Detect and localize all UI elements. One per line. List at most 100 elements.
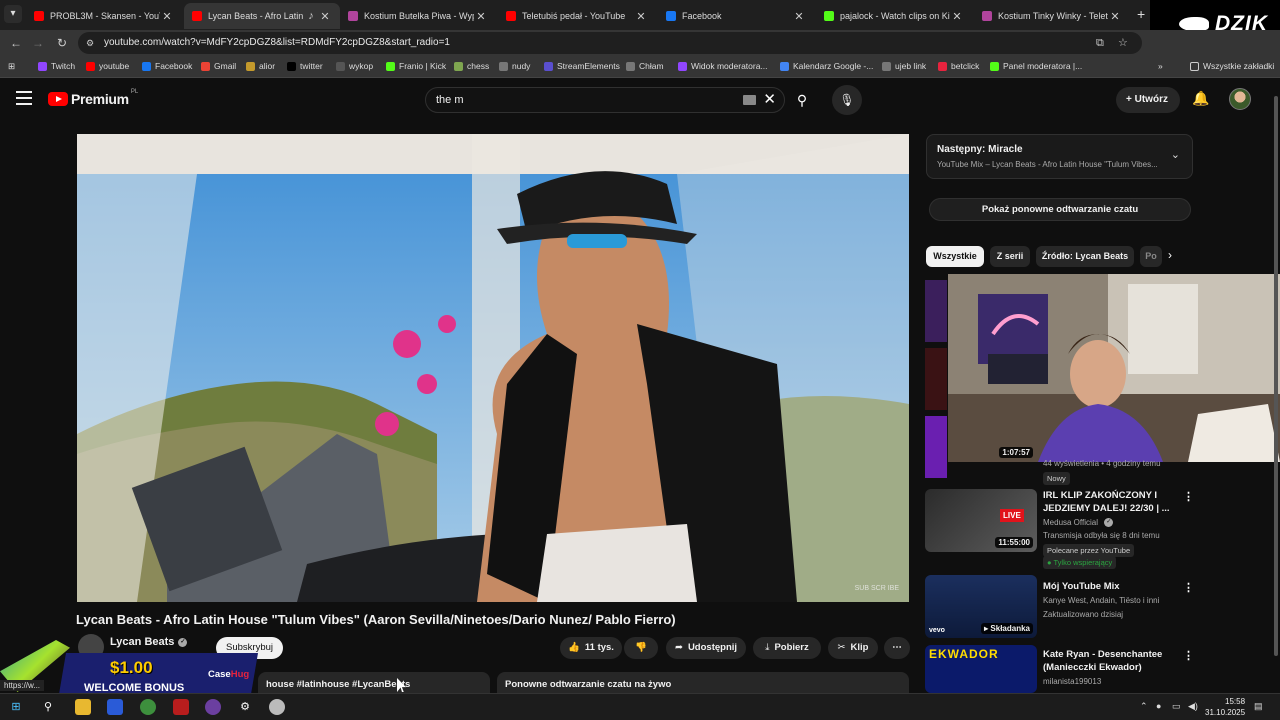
bookmark-item[interactable]: youtube xyxy=(86,61,129,71)
menu-icon[interactable] xyxy=(16,91,32,105)
bookmark-item[interactable]: Kalendarz Google -... xyxy=(780,61,873,71)
more-vertical-icon[interactable]: ⋮ xyxy=(1183,649,1194,662)
search-input[interactable]: the m ✕ xyxy=(425,87,785,113)
bookmark-item[interactable]: chess xyxy=(454,61,489,71)
app-icon[interactable] xyxy=(173,699,189,715)
microphone-tray-icon[interactable]: ● xyxy=(1156,701,1161,711)
bookmark-item[interactable]: betclick xyxy=(938,61,979,71)
tab-6[interactable]: Kostium Tinky Winky - Teletub ✕ xyxy=(974,3,1130,29)
playlist-panel[interactable]: Następny: Miracle YouTube Mix – Lycan Be… xyxy=(926,134,1193,179)
rec-thumbnail[interactable]: LIVE 11:55:00 xyxy=(925,489,1037,552)
tab-search-button[interactable]: ▾ xyxy=(4,5,22,23)
close-tab-icon[interactable]: ✕ xyxy=(1108,10,1122,23)
windows-start-icon[interactable]: ⊞ xyxy=(8,699,24,715)
clear-search-icon[interactable]: ✕ xyxy=(763,88,776,112)
youtube-premium-logo[interactable]: Premium PL xyxy=(48,89,138,107)
show-chat-replay-button[interactable]: Pokaż ponowne odtwarzanie czatu xyxy=(929,198,1191,221)
rec-channel[interactable]: Medusa Official xyxy=(1043,518,1098,527)
chevron-down-icon[interactable]: ⌄ xyxy=(1171,148,1180,161)
more-vertical-icon[interactable]: ⋮ xyxy=(1183,581,1194,594)
bookmark-item[interactable]: Facebook xyxy=(142,61,192,71)
bookmark-item[interactable]: Chłam xyxy=(626,61,664,71)
volume-icon[interactable]: ◀) xyxy=(1188,701,1198,712)
bookmark-item[interactable]: ujeb link xyxy=(882,61,926,71)
bookmark-item[interactable]: Twitch xyxy=(38,61,75,71)
chrome-icon[interactable] xyxy=(140,699,156,715)
share-button[interactable]: ➦ Udostępnij xyxy=(666,637,746,659)
network-icon[interactable]: ▭ xyxy=(1172,701,1181,712)
apps-grid-icon[interactable]: ⊞ xyxy=(8,61,15,72)
close-tab-icon[interactable]: ✕ xyxy=(318,10,332,23)
url-text[interactable]: youtube.com/watch?v=MdFY2cpDGZ8&list=RDM… xyxy=(104,37,450,48)
chip-series[interactable]: Z serii xyxy=(990,246,1030,267)
clip-button[interactable]: ✂ Klip xyxy=(828,637,878,659)
close-tab-icon[interactable]: ✕ xyxy=(160,10,174,23)
more-actions-button[interactable]: ⋯ xyxy=(884,637,910,659)
bookmark-item[interactable]: Widok moderatora... xyxy=(678,61,768,71)
account-avatar[interactable] xyxy=(1229,88,1251,110)
bookmark-item[interactable]: alior xyxy=(246,61,275,71)
more-vertical-icon[interactable]: ⋮ xyxy=(1183,490,1194,503)
rec-title[interactable]: IRL KLIP ZAKOŃCZONY I JEDZIEMY DALEJ! 22… xyxy=(1043,489,1171,515)
chip-all[interactable]: Wszystkie xyxy=(926,246,984,267)
tab-4[interactable]: Facebook ✕ xyxy=(658,3,814,29)
app-icon[interactable] xyxy=(205,699,221,715)
close-tab-icon[interactable]: ✕ xyxy=(792,10,806,23)
close-tab-icon[interactable]: ✕ xyxy=(474,10,488,23)
scrollbar-thumb[interactable] xyxy=(1274,96,1278,656)
subscribe-watermark[interactable]: SUB SCR IBE xyxy=(855,585,899,592)
rec-title[interactable]: Kate Ryan - Desenchantee (Maniecczki Ekw… xyxy=(1043,648,1171,674)
all-bookmarks-button[interactable]: Wszystkie zakładki xyxy=(1190,61,1274,71)
notifications-icon[interactable]: ▤ xyxy=(1254,701,1263,712)
bookmark-item[interactable]: wykop xyxy=(336,61,373,71)
bookmark-item[interactable]: nudy xyxy=(499,61,530,71)
tray-chevron-icon[interactable]: ⌃ xyxy=(1140,701,1148,712)
close-tab-icon[interactable]: ✕ xyxy=(634,10,648,23)
system-clock[interactable]: 15:58 31.10.2025 xyxy=(1205,696,1245,718)
page-scrollbar[interactable] xyxy=(1272,82,1280,692)
app-icon[interactable] xyxy=(107,699,123,715)
create-button[interactable]: + Utwórz xyxy=(1116,87,1180,113)
reload-icon[interactable]: ↻ xyxy=(54,35,70,51)
rec-title[interactable]: Mój YouTube Mix xyxy=(1043,580,1171,593)
tab-0[interactable]: PROBL3M - Skansen - YouTube✕ xyxy=(26,3,182,29)
audio-playing-icon[interactable]: ♪ xyxy=(304,10,318,22)
bookmark-item[interactable]: Gmail xyxy=(201,61,236,71)
search-value[interactable]: the m xyxy=(436,94,464,106)
omnibox[interactable]: ⚙ youtube.com/watch?v=MdFY2cpDGZ8&list=R… xyxy=(78,32,1142,54)
rec-channel[interactable]: Kanye West, Andain, Tiësto i inni xyxy=(1043,596,1159,605)
settings-gear-icon[interactable]: ⚙ xyxy=(237,699,253,715)
forward-icon[interactable]: → xyxy=(30,35,46,51)
more-bookmarks-icon[interactable]: » xyxy=(1158,61,1163,71)
rec-channel[interactable]: milanista199013 xyxy=(1043,677,1101,686)
site-info-icon[interactable]: ⚙ xyxy=(86,38,96,48)
tab-3[interactable]: Teletubiś pedał - YouTube ✕ xyxy=(498,3,656,29)
notifications-bell-icon[interactable]: 🔔 xyxy=(1192,90,1209,107)
back-icon[interactable]: ← xyxy=(8,35,24,51)
bookmark-item[interactable]: twitter xyxy=(287,61,323,71)
bookmark-item[interactable]: Franio | Kick xyxy=(386,61,446,71)
bookmark-star-icon[interactable]: ☆ xyxy=(1118,37,1130,49)
file-explorer-icon[interactable] xyxy=(75,699,91,715)
rec-thumbnail-first[interactable]: 1:07:57 xyxy=(925,399,1037,462)
tab-1[interactable]: Lycan Beats - Afro Latin Ho♪✕ xyxy=(184,3,340,29)
download-button[interactable]: ⤓ Pobierz xyxy=(753,637,821,659)
bookmark-item[interactable]: StreamElements xyxy=(544,61,620,71)
dislike-button[interactable]: 👎 xyxy=(624,637,658,659)
close-tab-icon[interactable]: ✕ xyxy=(950,10,964,23)
video-player[interactable]: SUB SCR IBE xyxy=(77,134,909,602)
chevron-right-icon[interactable]: › xyxy=(1168,248,1172,262)
tab-5[interactable]: pajalock - Watch clips on Kick ✕ xyxy=(816,3,972,29)
rec-thumbnail-partial[interactable] xyxy=(925,280,947,342)
keyboard-icon[interactable] xyxy=(743,95,756,105)
bookmark-item[interactable]: Panel moderatora |... xyxy=(990,61,1082,71)
chip-more[interactable]: Po xyxy=(1140,246,1162,267)
rec-thumbnail[interactable]: EKWADOR xyxy=(925,645,1037,693)
chip-source[interactable]: Źródło: Lycan Beats xyxy=(1036,246,1134,267)
taskbar-search-icon[interactable]: ⚲ xyxy=(40,699,56,715)
app-icon[interactable] xyxy=(269,699,285,715)
search-icon[interactable]: ⚲ xyxy=(785,87,819,113)
rec-thumbnail[interactable]: vevo ▸ Składanka xyxy=(925,575,1037,638)
tab-2[interactable]: Kostium Butelka Piwa - Wypoży✕ xyxy=(340,3,496,29)
install-app-icon[interactable]: ⧉ xyxy=(1096,37,1108,49)
